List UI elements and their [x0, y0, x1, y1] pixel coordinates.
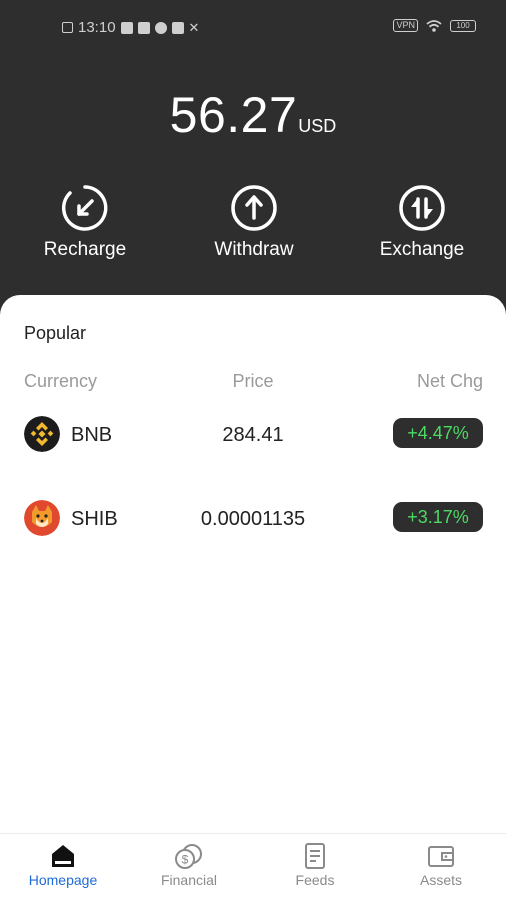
exchange-label: Exchange [379, 239, 465, 260]
exchange-button[interactable]: Exchange [352, 183, 492, 261]
bottom-tab-bar: Homepage $ Financial Feeds Assets [0, 833, 506, 901]
tools-icon: ✕ [188, 19, 200, 35]
coin-symbol: SHIB [71, 508, 118, 530]
vpn-icon: VPN [393, 19, 418, 32]
status-right: VPN 100 [393, 19, 476, 32]
status-time: 13:10 [78, 19, 116, 36]
coin-price: 0.00001135 [200, 508, 306, 530]
app-notification-icon [171, 21, 184, 34]
notification-icon [62, 22, 73, 33]
popular-title: Popular [24, 323, 87, 343]
tab-financial[interactable]: $ Financial [126, 834, 252, 901]
tab-label: Feeds [295, 872, 335, 888]
coin-row-bnb[interactable]: BNB 284.41 +4.47% [0, 414, 506, 454]
recharge-icon [62, 185, 108, 231]
header-panel: 13:10 ✕ VPN 100 56.27USD Recharge Withdr… [0, 0, 506, 330]
column-header-price: Price [232, 371, 274, 391]
svg-text:$: $ [182, 853, 189, 867]
column-header-net-chg: Net Chg [416, 371, 483, 391]
exchange-icon [399, 185, 445, 231]
balance-amount: 56.27 [169, 87, 298, 143]
coin-change-badge: +4.47% [393, 418, 483, 448]
app-notification-icon [154, 21, 167, 34]
tab-label: Financial [160, 872, 218, 888]
status-bar: 13:10 ✕ VPN 100 [0, 0, 506, 56]
tab-label: Homepage [28, 872, 98, 888]
coins-icon: $ [175, 844, 202, 869]
withdraw-button[interactable]: Withdraw [184, 183, 324, 261]
wallet-icon [428, 846, 454, 867]
bnb-icon [24, 416, 60, 452]
coin-symbol: BNB [71, 424, 113, 446]
wifi-icon [426, 19, 442, 32]
tab-label: Assets [419, 872, 462, 888]
tab-homepage[interactable]: Homepage [0, 834, 126, 901]
document-icon [305, 843, 325, 869]
popular-card: Popular Currency Price Net Chg BNB 284.4… [0, 295, 506, 835]
recharge-label: Recharge [43, 239, 127, 260]
app-notification-icon [120, 21, 133, 34]
home-icon [52, 845, 74, 867]
coin-price: 284.41 [222, 424, 284, 446]
withdraw-icon [231, 185, 277, 231]
balance-currency: USD [298, 116, 337, 136]
tab-assets[interactable]: Assets [378, 834, 504, 901]
coin-row-shib[interactable]: SHIB 0.00001135 +3.17% [0, 498, 506, 538]
withdraw-label: Withdraw [214, 239, 294, 260]
balance-display: 56.27USD [0, 86, 506, 144]
status-left: 13:10 ✕ [62, 19, 199, 36]
app-notification-icon [137, 21, 150, 34]
tab-feeds[interactable]: Feeds [252, 834, 378, 901]
column-header-currency: Currency [24, 371, 98, 391]
battery-icon: 100 [450, 19, 476, 32]
coin-change-badge: +3.17% [393, 502, 483, 532]
shib-icon [24, 500, 60, 536]
recharge-button[interactable]: Recharge [15, 183, 155, 261]
